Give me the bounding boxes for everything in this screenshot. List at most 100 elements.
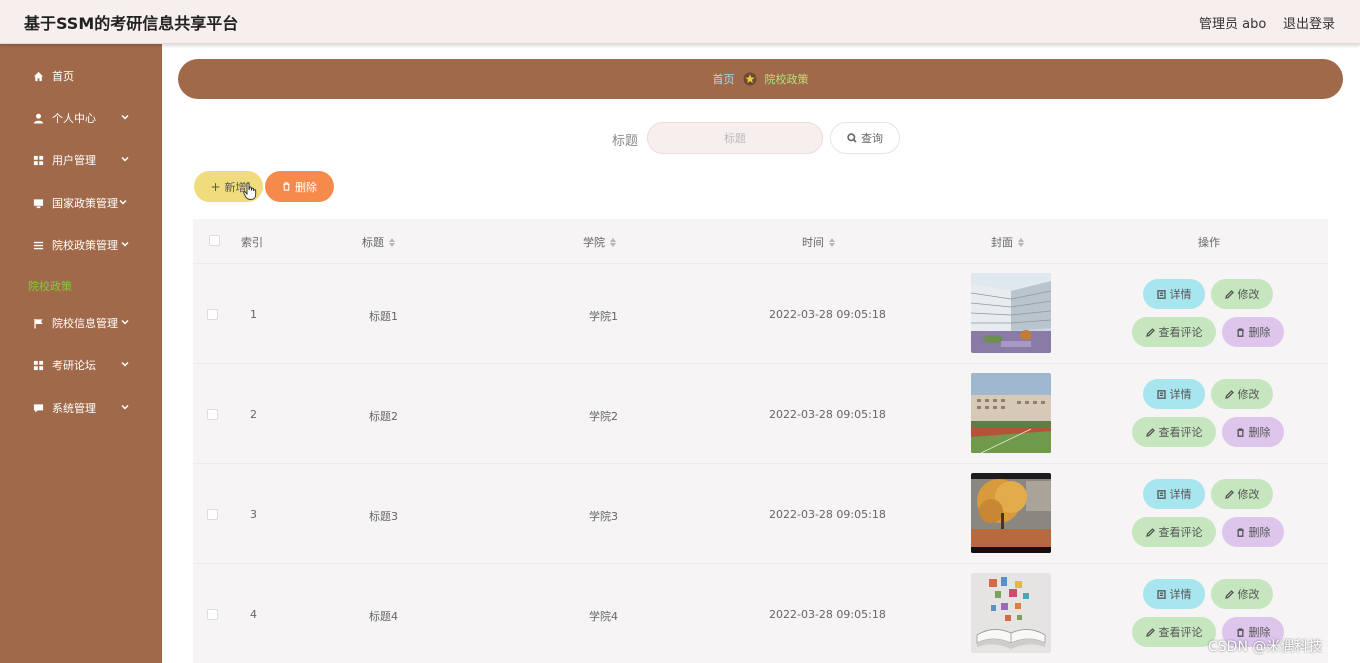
view-comments-button[interactable]: 查看评论 [1132, 517, 1216, 547]
search-button-label: 查询 [861, 132, 883, 145]
detail-button[interactable]: 详情 [1143, 479, 1205, 509]
edit-icon [1145, 527, 1155, 537]
trash-icon [1236, 527, 1244, 537]
sidebar-item-college-info[interactable]: 院校信息管理 [0, 308, 162, 338]
sidebar-item-label: 用户管理 [52, 154, 96, 167]
sidebar-item-national-policy[interactable]: 国家政策管理 [0, 188, 162, 218]
edit-icon [1145, 427, 1155, 437]
select-all-checkbox[interactable] [209, 235, 220, 246]
view-comments-button[interactable]: 查看评论 [1132, 617, 1216, 647]
row-delete-button[interactable]: 删除 [1222, 517, 1284, 547]
table-row: 2 标题2 学院2 2022-03-28 09:05:18 详情 修改 查看评论… [193, 363, 1328, 463]
sidebar-subitem-college-policy[interactable]: 院校政策 [28, 278, 72, 294]
sidebar-item-user-management[interactable]: 用户管理 [0, 145, 162, 175]
search-button[interactable]: 查询 [830, 122, 900, 154]
edit-icon [1224, 389, 1234, 399]
plus-icon: + [210, 179, 221, 194]
cover-image [971, 473, 1051, 553]
row-title: 标题4 [369, 610, 398, 623]
delete-button[interactable]: 删除 [265, 171, 334, 202]
top-header: 基于SSM的考研信息共享平台 管理员 abo 退出登录 [0, 0, 1360, 44]
chevron-down-icon [120, 317, 130, 327]
row-time: 2022-03-28 09:05:18 [769, 608, 886, 621]
sidebar-item-home[interactable]: 首页 [0, 61, 162, 91]
trash-icon [283, 182, 290, 191]
table-row: 4 标题4 学院4 2022-03-28 09:05:18 详情 修改 查看评论… [193, 563, 1328, 663]
edit-button[interactable]: 修改 [1211, 279, 1273, 309]
sidebar-item-personal-center[interactable]: 个人中心 [0, 103, 162, 133]
sidebar-item-label: 院校政策管理 [52, 239, 118, 252]
row-title: 标题2 [369, 410, 398, 423]
trash-icon [1236, 427, 1244, 437]
sort-icon[interactable] [1018, 237, 1024, 247]
row-checkbox[interactable] [207, 309, 218, 320]
chevron-down-icon [120, 359, 130, 369]
title-search-input[interactable] [647, 122, 823, 154]
logout-link[interactable]: 退出登录 [1283, 13, 1335, 32]
table-header: 索引 标题 学院 时间 封面 操作 [193, 219, 1328, 263]
row-delete-button[interactable]: 删除 [1222, 417, 1284, 447]
view-comments-button[interactable]: 查看评论 [1132, 417, 1216, 447]
column-header-college[interactable]: 学院 [583, 234, 616, 250]
chat-icon [32, 402, 44, 414]
column-header-cover[interactable]: 封面 [991, 234, 1024, 250]
grid-icon [32, 154, 44, 166]
edit-button[interactable]: 修改 [1211, 479, 1273, 509]
row-checkbox[interactable] [207, 509, 218, 520]
breadcrumb: 首页 院校政策 [178, 59, 1343, 99]
search-label: 标题 [612, 134, 639, 149]
flag-icon [32, 317, 44, 329]
admin-username: 管理员 abo [1199, 17, 1267, 32]
edit-icon [1224, 489, 1234, 499]
app-title: 基于SSM的考研信息共享平台 [24, 14, 239, 33]
row-delete-button[interactable]: 删除 [1222, 317, 1284, 347]
sidebar-item-forum[interactable]: 考研论坛 [0, 350, 162, 380]
edit-icon [1224, 289, 1234, 299]
detail-button[interactable]: 详情 [1143, 579, 1205, 609]
sidebar-item-system[interactable]: 系统管理 [0, 393, 162, 423]
hand-cursor-icon [243, 182, 257, 200]
watermark: CSDN @米偶科技 [1208, 639, 1323, 655]
row-time: 2022-03-28 09:05:18 [769, 308, 886, 321]
row-index: 3 [250, 508, 257, 521]
row-index: 4 [250, 608, 257, 621]
column-header-time[interactable]: 时间 [802, 234, 835, 250]
edit-button[interactable]: 修改 [1211, 379, 1273, 409]
edit-button[interactable]: 修改 [1211, 579, 1273, 609]
view-comments-button[interactable]: 查看评论 [1132, 317, 1216, 347]
row-time: 2022-03-28 09:05:18 [769, 408, 886, 421]
sort-icon[interactable] [389, 237, 395, 247]
edit-icon [1224, 589, 1234, 599]
sort-icon[interactable] [610, 237, 616, 247]
user-icon [32, 112, 44, 124]
detail-button[interactable]: 详情 [1143, 379, 1205, 409]
sidebar: 首页 个人中心 用户管理 国家政策管理 院校政策管理 院校政策 院校信息管理 考… [0, 44, 162, 663]
sidebar-item-college-policy[interactable]: 院校政策管理 [0, 230, 162, 260]
sort-icon[interactable] [829, 237, 835, 247]
sidebar-item-label: 国家政策管理 [52, 197, 118, 210]
sidebar-item-label: 考研论坛 [52, 359, 96, 372]
row-checkbox[interactable] [207, 609, 218, 620]
document-icon [1156, 389, 1166, 399]
chevron-down-icon [120, 402, 130, 412]
delete-button-label: 删除 [295, 180, 317, 194]
breadcrumb-home[interactable]: 首页 [713, 71, 735, 87]
detail-button[interactable]: 详情 [1143, 279, 1205, 309]
document-icon [1156, 489, 1166, 499]
row-checkbox[interactable] [207, 409, 218, 420]
column-header-title[interactable]: 标题 [362, 234, 395, 250]
row-index: 2 [250, 408, 257, 421]
row-college: 学院3 [589, 510, 618, 523]
star-icon [743, 72, 757, 86]
sidebar-item-label: 院校信息管理 [52, 317, 118, 330]
cover-image [971, 573, 1051, 653]
cover-image [971, 373, 1051, 453]
column-header-index: 索引 [241, 236, 263, 249]
chevron-down-icon [120, 154, 130, 164]
table-row: 1 标题1 学院1 2022-03-28 09:05:18 详情 修改 查看评论… [193, 263, 1328, 363]
chevron-down-icon [120, 112, 130, 122]
monitor-icon [32, 197, 44, 209]
sidebar-item-label: 个人中心 [52, 112, 96, 125]
row-title: 标题3 [369, 510, 398, 523]
table-row: 3 标题3 学院3 2022-03-28 09:05:18 详情 修改 查看评论… [193, 463, 1328, 563]
